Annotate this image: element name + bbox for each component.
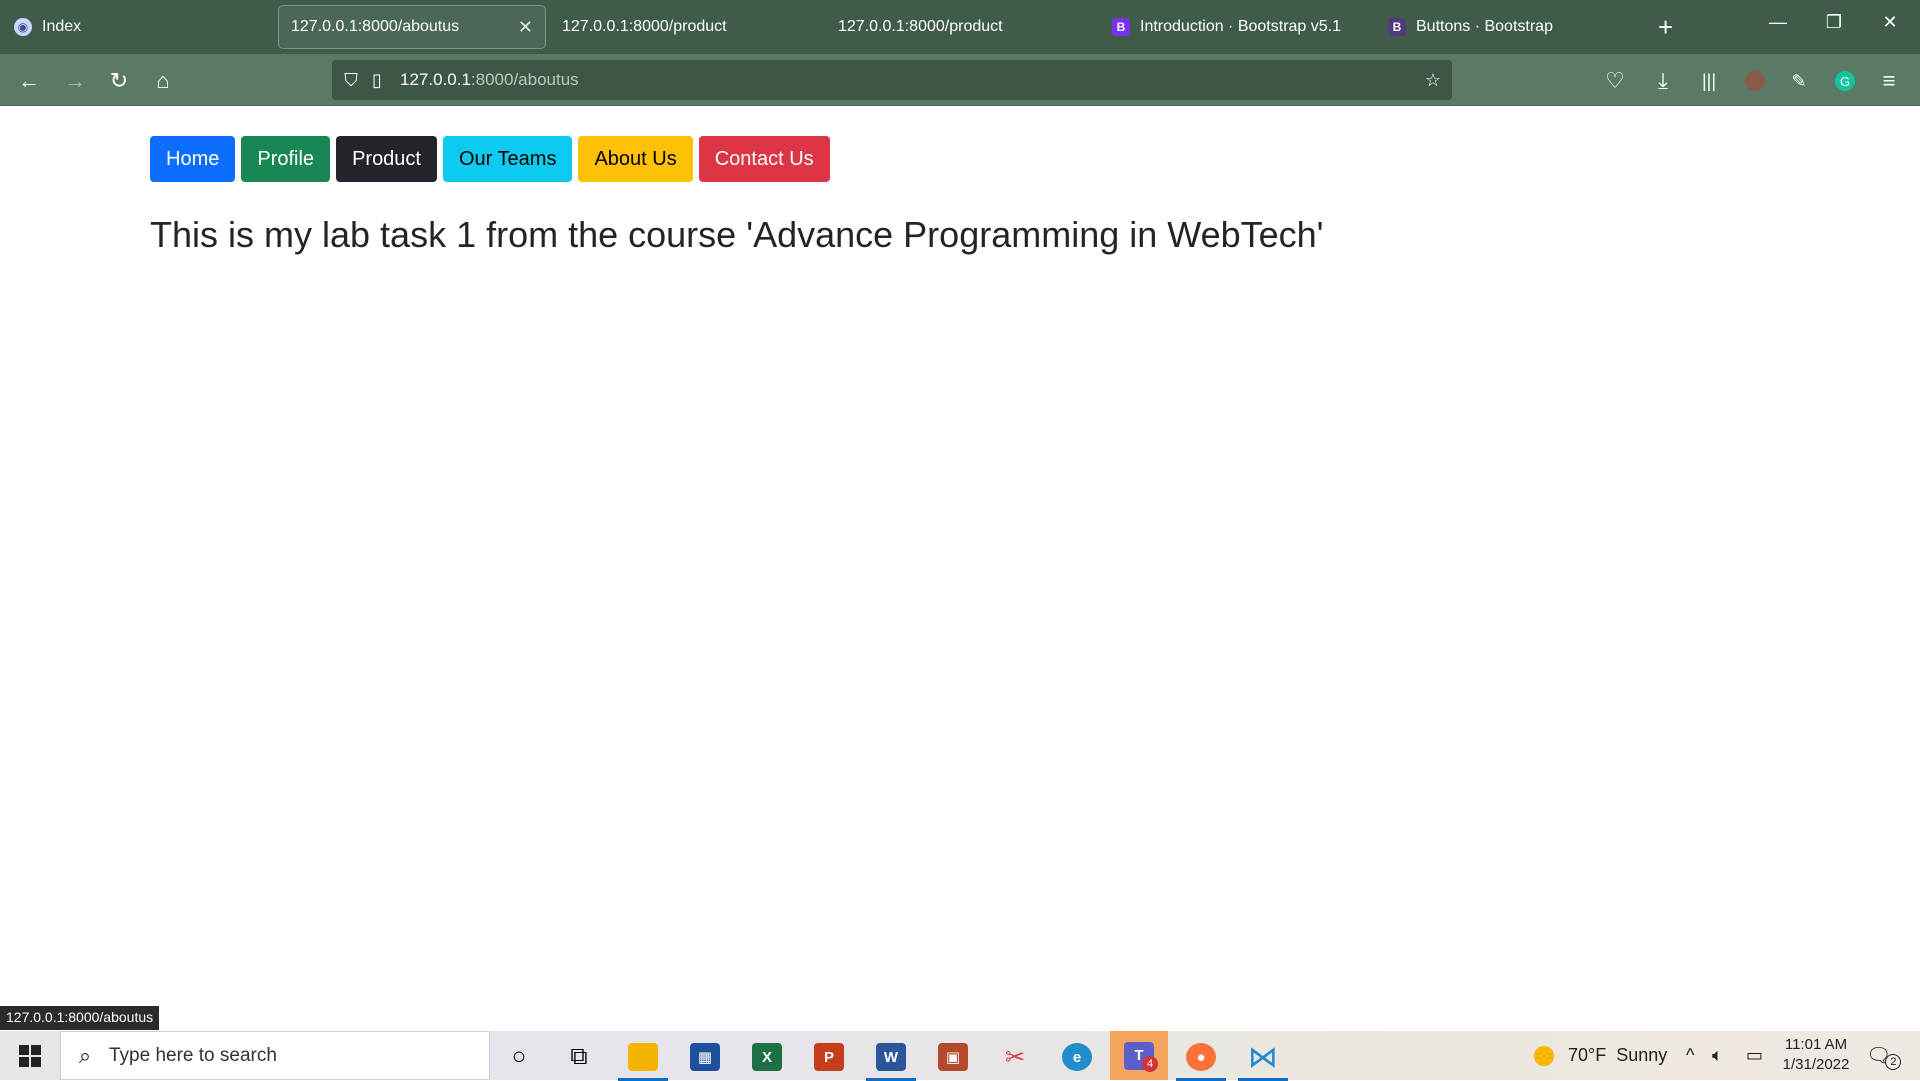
battery-icon[interactable]: ▭ — [1746, 1031, 1763, 1080]
excel-icon[interactable]: X — [742, 1037, 792, 1077]
tab-aboutus[interactable]: 127.0.0.1:8000/aboutus ✕ — [278, 5, 546, 49]
edge-icon[interactable]: e — [1052, 1037, 1102, 1077]
library-icon[interactable]: ||| — [1694, 66, 1724, 96]
shield-icon[interactable]: ⛉ — [338, 70, 364, 91]
back-arrow-icon[interactable]: ← — [14, 66, 44, 96]
pocket-icon[interactable]: ♡ — [1600, 66, 1630, 96]
bootstrap-icon: B — [1112, 18, 1130, 36]
bootstrap-icon: B — [1388, 18, 1406, 36]
minimize-icon[interactable]: — — [1758, 12, 1798, 33]
weather-text: 70°F Sunny — [1568, 1045, 1668, 1065]
tab-title: Introduction · Bootstrap v5.1 — [1140, 18, 1341, 35]
shield-globe-icon: ◉ — [14, 18, 32, 36]
forward-arrow-icon[interactable]: → — [60, 66, 90, 96]
clock-date: 1/31/2022 — [1782, 1056, 1850, 1073]
taskbar: ⌕ Type here to search ○ ⧉ ▦ X P W ▣ ✂ e … — [0, 1031, 1920, 1081]
download-icon[interactable]: ⤓ — [1648, 66, 1678, 96]
url-text[interactable]: 127.0.0.1:8000/aboutus — [400, 70, 579, 90]
restore-icon[interactable]: ❐ — [1814, 12, 1854, 33]
word-icon[interactable]: W — [866, 1037, 916, 1081]
tab-title: Buttons · Bootstrap — [1416, 18, 1553, 35]
teams-badge: 4 — [1142, 1056, 1158, 1072]
product-button[interactable]: Product — [336, 136, 437, 182]
vscode-icon[interactable]: ⋈ — [1238, 1037, 1288, 1081]
weather-widget[interactable]: 70°F Sunny — [1534, 1031, 1667, 1080]
star-bookmark-icon[interactable]: ☆ — [1420, 70, 1446, 91]
taskbar-search-input[interactable]: ⌕ Type here to search — [60, 1031, 490, 1080]
browser-window: ◉ Index 127.0.0.1:8000/aboutus ✕ 127.0.0… — [0, 0, 1920, 1031]
firefox-icon[interactable]: ● — [1176, 1037, 1226, 1081]
tab-title: 127.0.0.1:8000/product — [562, 18, 727, 35]
grammarly-icon[interactable]: G — [1830, 66, 1860, 96]
tab-strip: ◉ Index 127.0.0.1:8000/aboutus ✕ 127.0.0… — [0, 0, 1920, 54]
page-icon: ▯ — [372, 69, 382, 90]
address-bar[interactable]: ⛉ ▯ 127.0.0.1:8000/aboutus ☆ — [332, 60, 1452, 100]
home-icon[interactable]: ⌂ — [148, 66, 178, 96]
tab-title: Index — [42, 18, 82, 35]
new-tab-button[interactable]: + — [1658, 12, 1673, 42]
notification-badge: 2 — [1885, 1053, 1902, 1070]
status-link-tooltip: 127.0.0.1:8000/aboutus — [0, 1006, 160, 1030]
close-icon[interactable]: ✕ — [518, 17, 533, 38]
tab-product-1[interactable]: 127.0.0.1:8000/product — [550, 5, 820, 49]
cortana-icon[interactable]: ○ — [494, 1037, 544, 1077]
menu-icon[interactable]: ≡ — [1874, 66, 1904, 96]
button-row: Home Profile Product Our Teams About Us … — [150, 136, 830, 182]
tab-product-2[interactable]: 127.0.0.1:8000/product — [826, 5, 1096, 49]
our-teams-button[interactable]: Our Teams — [443, 136, 573, 182]
search-placeholder: Type here to search — [109, 1044, 277, 1066]
tab-index[interactable]: ◉ Index — [2, 5, 272, 49]
access-app-icon[interactable]: ▣ — [928, 1037, 978, 1077]
profile-button[interactable]: Profile — [241, 136, 331, 182]
reload-icon[interactable]: ↻ — [104, 66, 134, 96]
contact-us-button[interactable]: Contact Us — [698, 136, 830, 182]
clock-time: 11:01 AM — [1784, 1036, 1848, 1053]
powerpoint-icon[interactable]: P — [804, 1037, 854, 1077]
notification-icon[interactable]: 🗨︎ 2 — [1866, 1031, 1902, 1080]
windows-start-icon[interactable] — [10, 1041, 50, 1071]
eyedropper-icon[interactable]: ✎ — [1784, 66, 1814, 96]
search-icon: ⌕ — [78, 1042, 92, 1068]
about-us-button[interactable]: About Us — [578, 136, 693, 182]
file-explorer-icon[interactable] — [618, 1037, 668, 1081]
tab-bootstrap-intro[interactable]: B Introduction · Bootstrap v5.1 — [1100, 5, 1370, 49]
url-path: :8000/aboutus — [470, 70, 579, 89]
page-heading: This is my lab task 1 from the course 'A… — [150, 214, 1324, 255]
tab-title: 127.0.0.1:8000/product — [838, 18, 1003, 35]
snipping-tool-icon[interactable]: ✂ — [990, 1037, 1040, 1077]
store-icon[interactable]: ▦ — [680, 1037, 730, 1077]
task-view-icon[interactable]: ⧉ — [554, 1037, 604, 1077]
chevron-up-icon[interactable]: ^ — [1686, 1031, 1694, 1080]
tab-bootstrap-buttons[interactable]: B Buttons · Bootstrap — [1376, 5, 1646, 49]
close-window-icon[interactable]: ✕ — [1870, 12, 1910, 33]
page-content: Home Profile Product Our Teams About Us … — [0, 106, 1920, 1031]
avatar[interactable] — [1740, 66, 1770, 96]
home-button[interactable]: Home — [150, 136, 236, 182]
system-clock[interactable]: 11:01 AM 1/31/2022 — [1776, 1035, 1856, 1075]
tab-title: 127.0.0.1:8000/aboutus — [291, 18, 460, 35]
sun-icon — [1534, 1045, 1554, 1066]
speaker-icon[interactable]: 🔈︎ — [1712, 1031, 1723, 1080]
teams-icon[interactable]: T4 — [1110, 1031, 1168, 1080]
url-host: 127.0.0.1 — [400, 70, 471, 89]
